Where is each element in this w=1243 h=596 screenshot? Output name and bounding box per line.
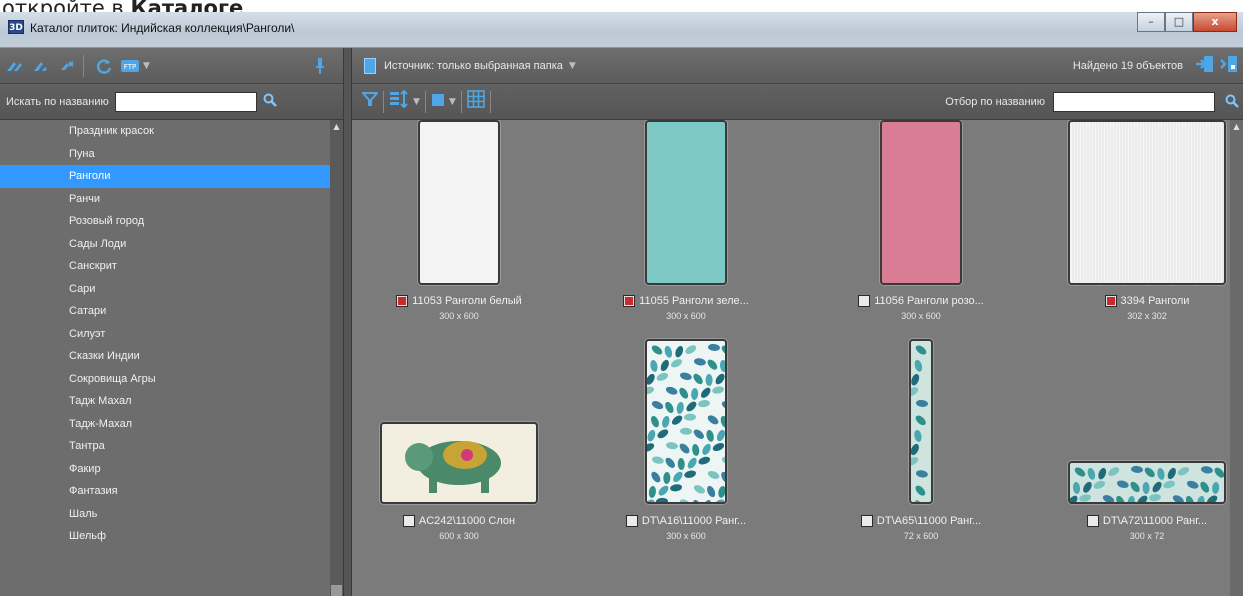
tile-caption: DT\A16\11000 Ранг... xyxy=(581,515,791,527)
tree-scrollbar[interactable]: ▲ xyxy=(330,120,343,596)
toolbar-separator xyxy=(383,90,384,113)
tree-item[interactable]: Силуэт xyxy=(0,323,330,346)
tile-name: AC242\11000 Слон xyxy=(418,515,516,527)
tile-checkbox[interactable] xyxy=(860,515,873,527)
grid-icon[interactable] xyxy=(467,90,485,113)
window-controls: – □ x xyxy=(1137,12,1237,34)
export-icon[interactable] xyxy=(1195,55,1215,77)
tree-item[interactable]: Сокровища Агры xyxy=(0,368,330,391)
ftp-icon[interactable]: FTP xyxy=(119,55,141,77)
pane-splitter[interactable] xyxy=(343,48,352,596)
search-label: Искать по названию xyxy=(6,95,109,108)
import-icon[interactable] xyxy=(1219,55,1239,77)
tree-item[interactable]: Тадж Махал xyxy=(0,390,330,413)
filter-icon[interactable] xyxy=(360,91,380,112)
tile-checkbox[interactable] xyxy=(625,515,638,527)
search-input[interactable] xyxy=(114,91,257,112)
sort-icon[interactable] xyxy=(389,89,409,113)
search-icon[interactable] xyxy=(263,92,277,111)
tree-item[interactable]: Шельф xyxy=(0,525,330,548)
tree-item[interactable]: Пуна xyxy=(0,143,330,166)
name-filter-group: Отбор по названию xyxy=(945,84,1239,120)
tile-checkbox[interactable] xyxy=(1086,515,1099,527)
svg-text:FTP: FTP xyxy=(124,63,136,71)
toolbar-separator xyxy=(424,90,426,113)
grid-scrollbar[interactable]: ▲ xyxy=(1230,120,1243,596)
source-icon[interactable] xyxy=(364,57,376,74)
tree-item[interactable]: Сари xyxy=(0,278,330,301)
left-toolbar: FTP ▼ xyxy=(0,48,343,84)
catalog-window: 3D Каталог плиток: Индийская коллекция\Р… xyxy=(0,12,1243,596)
app-icon: 3D xyxy=(8,20,24,34)
move-folder-icon[interactable] xyxy=(30,55,52,77)
chevron-down-icon[interactable]: ▼ xyxy=(569,61,576,71)
tile-thumbnail[interactable] xyxy=(909,339,933,504)
filter-toolbar: ▼ ▼ Отбор по названию xyxy=(352,84,1243,120)
right-pane: Источник: только выбранная папка ▼ Найде… xyxy=(352,48,1243,596)
filter-label: Отбор по названию xyxy=(945,96,1045,108)
toolbar-separator xyxy=(489,90,491,113)
tile-item[interactable]: DT\A72\11000 Ранг... 300 x 72 xyxy=(1042,120,1230,596)
tile-dimensions: 600 x 300 xyxy=(439,531,479,541)
tree-item[interactable]: Фантазия xyxy=(0,480,330,503)
tile-item[interactable]: AC242\11000 Слон 600 x 300 xyxy=(354,120,564,596)
tree-item[interactable]: Сказки Индии xyxy=(0,345,330,368)
tree-item[interactable]: Шаль xyxy=(0,503,330,526)
tree-item[interactable]: Праздник красок xyxy=(0,120,330,143)
tree-item[interactable]: Тантра xyxy=(0,435,330,458)
left-pane: FTP ▼ Искать по названию Праздник красок… xyxy=(0,48,343,596)
left-search-bar: Искать по названию xyxy=(0,84,343,120)
chevron-down-icon[interactable]: ▼ xyxy=(449,97,456,107)
tile-dimensions: 300 x 600 xyxy=(666,531,706,541)
scroll-up-icon[interactable]: ▲ xyxy=(330,122,343,131)
chevron-down-icon[interactable]: ▼ xyxy=(413,97,420,107)
tile-dimensions: 300 x 72 xyxy=(1129,531,1165,541)
tile-name: DT\A16\11000 Ранг... xyxy=(641,515,747,527)
scroll-up-icon[interactable]: ▲ xyxy=(1230,122,1243,131)
tile-item[interactable]: DT\A65\11000 Ранг... 72 x 600 xyxy=(816,120,1026,596)
maximize-button[interactable]: □ xyxy=(1165,12,1193,32)
name-filter-input[interactable] xyxy=(1053,92,1215,112)
folder-tree: Праздник красок Пуна Ранголи Ранчи Розовый г… xyxy=(0,120,330,596)
pin-icon[interactable] xyxy=(309,55,331,77)
tree-item[interactable]: Сатари xyxy=(0,300,330,323)
tree-item[interactable]: Факир xyxy=(0,458,330,481)
tile-thumbnail[interactable] xyxy=(380,422,538,504)
minimize-button[interactable]: – xyxy=(1137,12,1165,32)
close-button[interactable]: x xyxy=(1193,12,1237,32)
tile-name: DT\A72\11000 Ранг... xyxy=(1102,515,1208,527)
tile-thumbnail[interactable] xyxy=(645,339,727,504)
toolbar-separator xyxy=(460,90,462,113)
add-folder-icon[interactable] xyxy=(4,55,26,77)
view-mode-icon[interactable] xyxy=(431,92,445,112)
search-icon[interactable] xyxy=(1225,93,1239,112)
tile-name: DT\A65\11000 Ранг... xyxy=(876,515,982,527)
tree-item[interactable]: Сады Лоди xyxy=(0,233,330,256)
delete-folder-icon[interactable] xyxy=(56,55,78,77)
tree-item[interactable]: Ранчи xyxy=(0,188,330,211)
tree-item[interactable]: Тадж-Махал xyxy=(0,413,330,436)
tile-caption: AC242\11000 Слон xyxy=(354,515,564,527)
scroll-thumb[interactable] xyxy=(331,585,342,596)
tile-dimensions: 72 x 600 xyxy=(903,531,939,541)
tree-item[interactable]: Ранголи xyxy=(0,165,330,188)
toolbar-separator xyxy=(83,54,84,77)
title-bar: 3D Каталог плиток: Индийская коллекция\Р… xyxy=(0,12,1243,48)
tree-item[interactable]: Розовый город xyxy=(0,210,330,233)
tile-checkbox[interactable] xyxy=(402,515,415,527)
tree-item[interactable]: Санскрит xyxy=(0,255,330,278)
tile-caption: DT\A72\11000 Ранг... xyxy=(1042,515,1230,527)
found-count: Найдено 19 объектов xyxy=(1072,60,1183,72)
tile-caption: DT\A65\11000 Ранг... xyxy=(816,515,1026,527)
found-group: Найдено 19 объектов xyxy=(1073,48,1239,84)
source-toolbar: Источник: только выбранная папка ▼ Найде… xyxy=(352,48,1243,84)
tile-thumbnail[interactable] xyxy=(1068,461,1226,504)
source-selector[interactable]: Источник: только выбранная папка xyxy=(384,60,563,72)
chevron-down-icon[interactable]: ▼ xyxy=(143,61,150,71)
tile-item[interactable]: DT\A16\11000 Ранг... 300 x 600 xyxy=(581,120,791,596)
refresh-icon[interactable] xyxy=(93,55,115,77)
tile-grid: 11053 Ранголи белый 300 x 600 11055 Рангол… xyxy=(352,120,1230,596)
window-title: Каталог плиток: Индийская коллекция\Ранг… xyxy=(30,21,295,35)
